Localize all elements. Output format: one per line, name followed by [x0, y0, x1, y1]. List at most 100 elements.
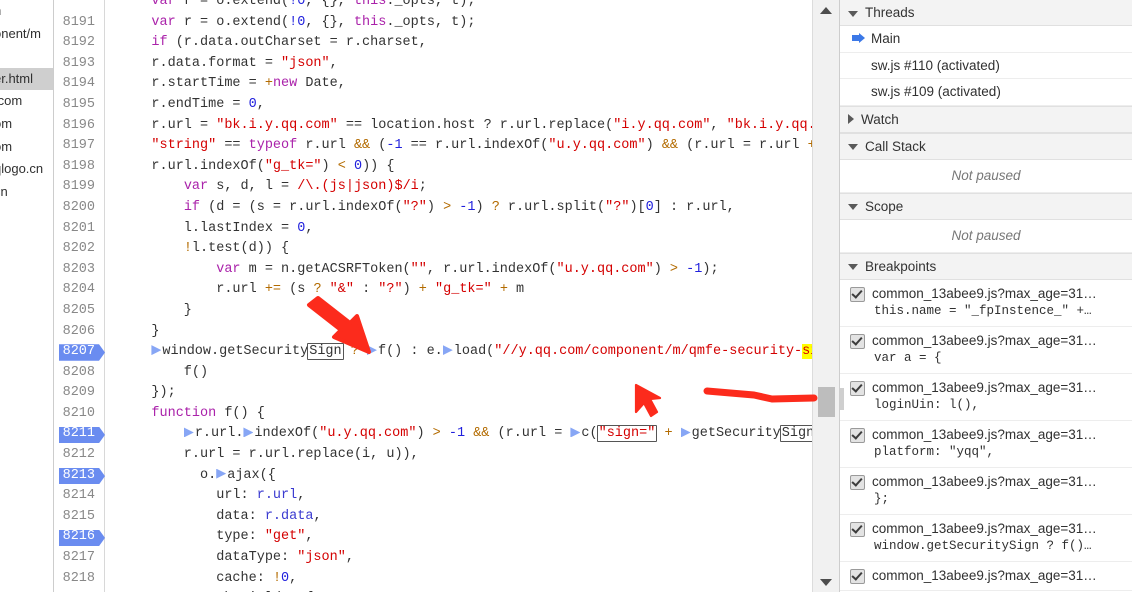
section-header-watch[interactable]: Watch — [840, 105, 1132, 133]
breakpoints-list[interactable]: common_13abee9.js?max_age=31… this.name =… — [840, 279, 1132, 591]
line-number[interactable] — [54, 0, 104, 13]
line-number[interactable]: 8204 — [54, 280, 104, 301]
code-lines[interactable]: var r = o.extend(!0, {}, this._opts, t);… — [54, 0, 813, 592]
code-line[interactable]: 8201 l.lastIndex = 0, — [54, 218, 813, 240]
code-line[interactable]: 8204 r.url += (s ? "&" : "?") + "g_tk=" … — [54, 280, 813, 301]
code-line[interactable]: 8218 cache: !0, — [54, 568, 813, 590]
line-number[interactable]: 8212 — [54, 445, 104, 466]
expand-triangle-icon[interactable] — [442, 345, 453, 356]
file-navigator-item[interactable]: n — [0, 0, 53, 23]
breakpoint-marker[interactable]: 8216 — [54, 527, 104, 549]
code-line[interactable]: 8214 url: r.url, — [54, 486, 813, 507]
breakpoint-checkbox[interactable] — [850, 333, 865, 349]
breakpoint-row[interactable]: common_13abee9.js?max_age=31… window.getS… — [840, 514, 1132, 562]
code-line[interactable]: 8217 dataType: "json", — [54, 548, 813, 569]
expand-triangle-icon[interactable] — [243, 427, 254, 438]
breakpoint-row[interactable]: common_13abee9.js?max_age=31… loginUin: l… — [840, 373, 1132, 421]
breakpoint-checkbox[interactable] — [850, 427, 865, 443]
breakpoint-row[interactable]: common_13abee9.js?max_age=31… — [840, 561, 1132, 591]
line-number[interactable]: 8199 — [54, 177, 104, 198]
source-code-editor[interactable]: var r = o.extend(!0, {}, this._opts, t);… — [54, 0, 839, 592]
breakpoint-marker[interactable]: 8207 — [54, 342, 104, 363]
code-line[interactable]: 8195 r.endTime = 0, — [54, 94, 813, 116]
section-header-call-stack[interactable]: Call Stack — [840, 132, 1132, 160]
line-number[interactable]: 8203 — [54, 259, 104, 281]
line-number[interactable]: 8218 — [54, 568, 104, 590]
code-line[interactable]: 8199 var s, d, l = /\.(js|json)$/i; — [54, 177, 813, 198]
breakpoint-row[interactable]: common_13abee9.js?max_age=31… platform: "… — [840, 420, 1132, 468]
section-header-scope[interactable]: Scope — [840, 192, 1132, 220]
file-navigator-item[interactable]: om — [0, 136, 53, 159]
code-line[interactable]: 8202 !l.test(d)) { — [54, 239, 813, 260]
line-number[interactable]: 8201 — [54, 218, 104, 240]
thread-row[interactable]: sw.js #110 (activated) — [840, 52, 1132, 79]
code-line[interactable]: 8209 }); — [54, 383, 813, 404]
breakpoint-checkbox[interactable] — [850, 568, 865, 584]
threads-list[interactable]: Main sw.js #110 (activated) sw.js #109 (ac… — [840, 26, 1132, 106]
code-line[interactable]: 8198 r.url.indexOf("g_tk=") < 0)) { — [54, 156, 813, 178]
expand-triangle-icon[interactable] — [570, 427, 581, 438]
file-navigator-item[interactable] — [0, 45, 53, 68]
breakpoint-marker[interactable]: 8213 — [54, 465, 104, 487]
code-line[interactable]: 8193 r.data.format = "json", — [54, 53, 813, 75]
code-line[interactable]: 8207 window.getSecuritySign ? f() : e. lo… — [54, 342, 813, 363]
debugger-sidebar[interactable]: Threads Main sw.js #110 (activated) sw.js … — [839, 0, 1132, 592]
code-scroll-viewport[interactable]: var r = o.extend(!0, {}, this._opts, t);… — [54, 0, 813, 592]
file-navigator-item[interactable]: om — [0, 113, 53, 136]
line-number[interactable]: 8200 — [54, 197, 104, 219]
line-number[interactable]: 8209 — [54, 383, 104, 404]
line-number[interactable]: 8191 — [54, 12, 104, 34]
expand-triangle-icon[interactable] — [183, 427, 194, 438]
file-navigator-item[interactable]: qlogo.cn — [0, 158, 53, 181]
line-number[interactable]: 8194 — [54, 74, 104, 95]
breakpoint-file[interactable]: common_13abee9.js?max_age=31… — [872, 426, 1097, 443]
file-navigator-item[interactable]: er.html — [0, 67, 53, 91]
scroll-down-arrow-icon[interactable] — [813, 572, 839, 592]
code-line[interactable]: 8212 r.url = r.url.replace(i, u)), — [54, 445, 813, 466]
expand-triangle-icon[interactable] — [680, 427, 691, 438]
breakpoint-checkbox[interactable] — [850, 474, 865, 490]
breakpoint-checkbox[interactable] — [850, 521, 865, 537]
code-line[interactable]: 8200 if (d = (s = r.url.indexOf("?") > -… — [54, 197, 813, 219]
code-line[interactable]: 8211 r.url. indexOf("u.y.qq.com") > -1 &&… — [54, 424, 813, 446]
file-navigator-item[interactable]: cn — [0, 181, 53, 204]
breakpoint-file[interactable]: common_13abee9.js?max_age=31… — [872, 332, 1097, 349]
file-navigator-item[interactable]: .com — [0, 90, 53, 113]
code-line[interactable]: 8210 function f() { — [54, 403, 813, 425]
breakpoint-row[interactable]: common_13abee9.js?max_age=31… this.name =… — [840, 279, 1132, 327]
code-line[interactable]: 8206 } — [54, 321, 813, 343]
line-number[interactable]: 8196 — [54, 115, 104, 137]
expand-triangle-icon[interactable] — [366, 345, 377, 356]
thread-row[interactable]: sw.js #109 (activated) — [840, 79, 1132, 106]
code-line[interactable]: 8192 if (r.data.outCharset = r.charset, — [54, 33, 813, 54]
breakpoint-row[interactable]: common_13abee9.js?max_age=31…}; — [840, 467, 1132, 515]
line-number[interactable]: 8206 — [54, 321, 104, 343]
line-number[interactable]: 8195 — [54, 94, 104, 116]
sidebar-scrollbar-thumb[interactable] — [840, 388, 844, 410]
line-number[interactable]: 8198 — [54, 156, 104, 178]
section-header-threads[interactable]: Threads — [840, 0, 1132, 26]
code-line[interactable]: 8215 data: r.data, — [54, 506, 813, 528]
line-number[interactable]: 8202 — [54, 239, 104, 260]
line-number[interactable]: 8192 — [54, 33, 104, 54]
file-navigator-item[interactable]: onent/m — [0, 23, 53, 46]
code-line[interactable]: 8196 r.url = "bk.i.y.qq.com" == location… — [54, 115, 813, 137]
line-number[interactable]: 8193 — [54, 53, 104, 75]
line-number[interactable]: 8217 — [54, 548, 104, 569]
line-number[interactable]: 8214 — [54, 486, 104, 507]
breakpoint-file[interactable]: common_13abee9.js?max_age=31… — [872, 520, 1097, 537]
code-line[interactable]: 8194 r.startTime = +new Date, — [54, 74, 813, 95]
code-line[interactable]: var r = o.extend(!0, {}, this._opts, t); — [54, 0, 813, 13]
code-line[interactable]: 8203 var m = n.getACSRFToken("", r.url.i… — [54, 259, 813, 281]
code-line[interactable]: 8213 o. ajax({ — [54, 465, 813, 487]
section-header-breakpoints[interactable]: Breakpoints — [840, 252, 1132, 280]
editor-vertical-scrollbar[interactable] — [812, 0, 839, 592]
breakpoint-file[interactable]: common_13abee9.js?max_age=31… — [872, 379, 1097, 396]
code-line[interactable]: 8197 "string" == typeof r.url && (-1 == … — [54, 136, 813, 157]
code-line[interactable]: 8216 type: "get", — [54, 527, 813, 549]
line-number[interactable]: 8215 — [54, 506, 104, 528]
expand-triangle-icon[interactable] — [151, 345, 162, 356]
code-line[interactable]: 8205 } — [54, 300, 813, 322]
line-number[interactable]: 8205 — [54, 300, 104, 322]
file-navigator-list[interactable]: n onent/m er.html .com om om qlogo.cn cn — [0, 0, 53, 203]
